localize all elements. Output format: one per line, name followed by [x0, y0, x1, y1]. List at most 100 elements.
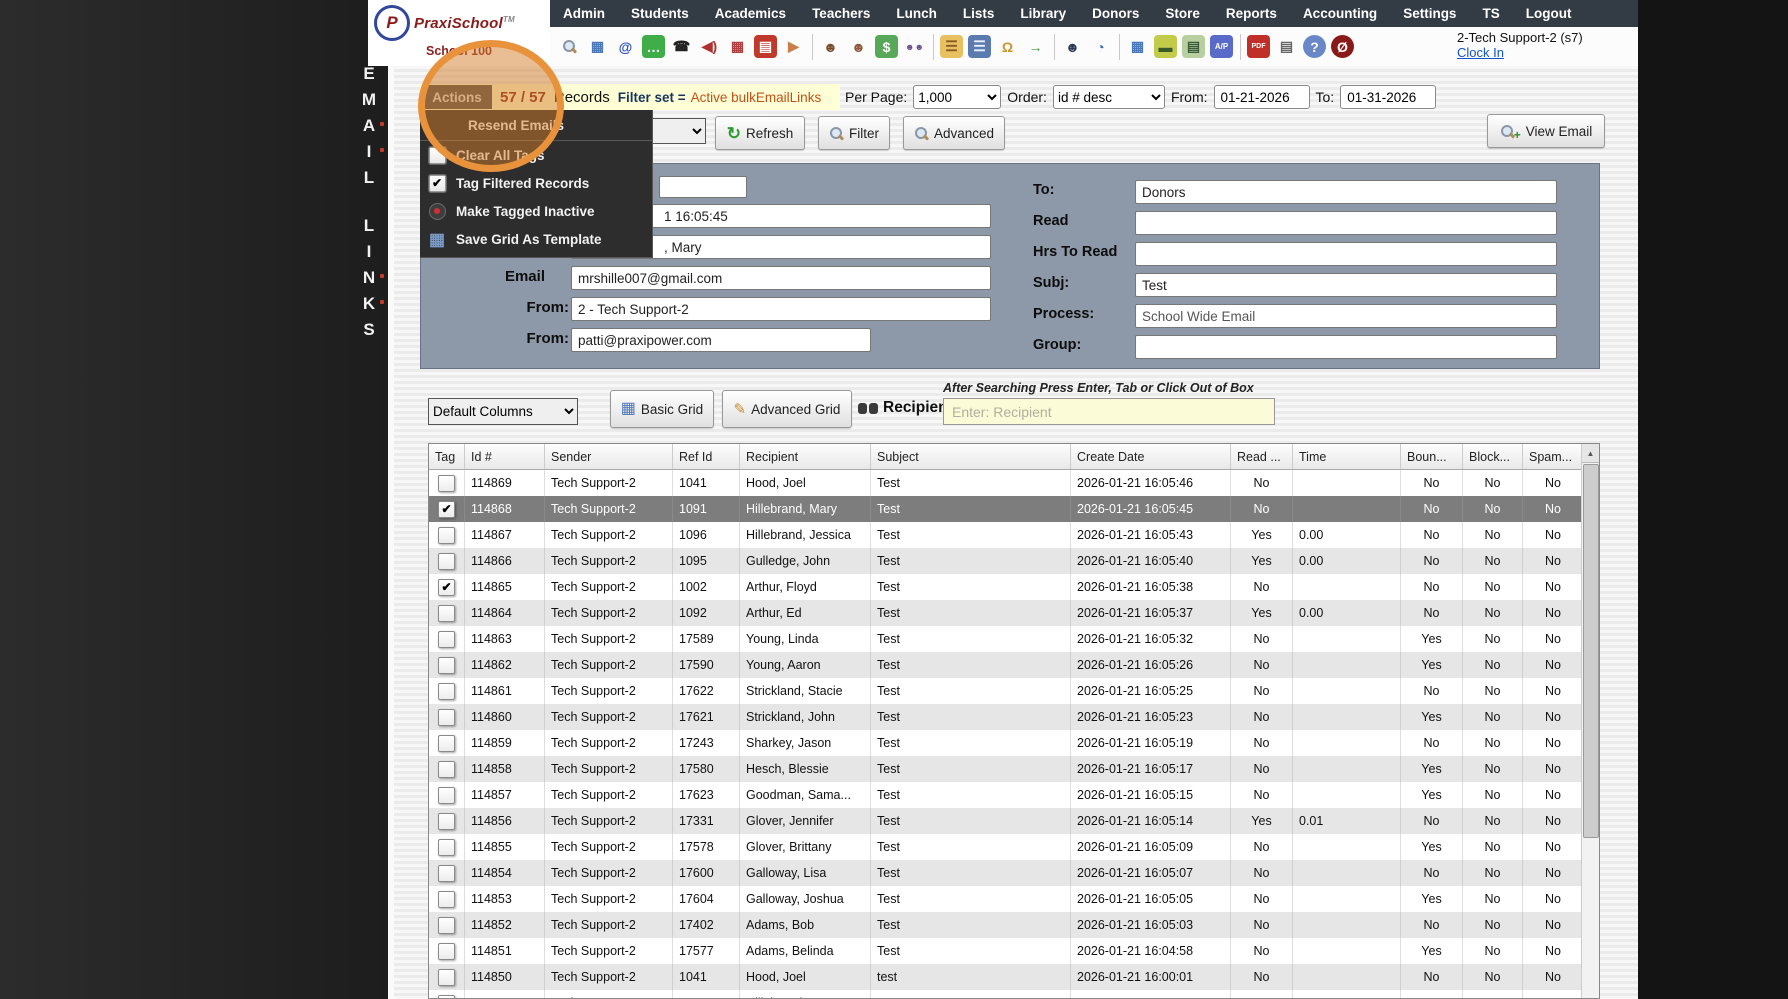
- table-row[interactable]: 114857Tech Support-217623Goodman, Sama..…: [429, 782, 1599, 808]
- column-header-sender[interactable]: Sender: [545, 444, 673, 469]
- form-input-left-5[interactable]: [571, 328, 871, 352]
- table-row[interactable]: 114868Tech Support-21091Hillebrand, Mary…: [429, 496, 1599, 522]
- search-icon[interactable]: [558, 35, 581, 58]
- email-icon[interactable]: @: [614, 35, 637, 58]
- table-row[interactable]: 114851Tech Support-217577Adams, BelindaT…: [429, 938, 1599, 964]
- table-row[interactable]: 114850Tech Support-21041Hood, Joeltest20…: [429, 964, 1599, 990]
- form-input-read[interactable]: [1135, 211, 1557, 235]
- parent-icon[interactable]: ☻: [847, 35, 870, 58]
- tag-checkbox[interactable]: [438, 839, 455, 856]
- column-header-spam[interactable]: Spam...: [1523, 444, 1584, 469]
- menu-item-resend-emails[interactable]: Resend Emails: [420, 110, 652, 141]
- table-row[interactable]: 114852Tech Support-217402Adams, BobTest2…: [429, 912, 1599, 938]
- menu-item-tag-filtered-records[interactable]: ✔Tag Filtered Records: [420, 169, 652, 197]
- tag-checkbox[interactable]: [438, 709, 455, 726]
- tag-checkbox[interactable]: [438, 735, 455, 752]
- spreadsheet-icon[interactable]: ▦: [1126, 35, 1149, 58]
- megaphone-icon[interactable]: ▶: [782, 35, 805, 58]
- grid-scrollbar[interactable]: ▲: [1581, 444, 1599, 998]
- table-row[interactable]: 114849Tech Support-21091Hillebrand, Mary…: [429, 990, 1599, 999]
- kiosk-icon[interactable]: ☰: [968, 35, 991, 58]
- tag-checkbox[interactable]: [438, 553, 455, 570]
- stop-icon[interactable]: Ø: [1331, 35, 1354, 58]
- nav-item-ts[interactable]: TS: [1469, 0, 1512, 27]
- tag-checkbox[interactable]: [438, 813, 455, 830]
- cash-printer-icon[interactable]: ▤: [1182, 35, 1205, 58]
- advanced-grid-button[interactable]: ✎Advanced Grid: [722, 390, 852, 428]
- tag-checkbox[interactable]: [438, 969, 455, 986]
- calendar-icon[interactable]: ▤: [754, 35, 777, 58]
- form-input-left-3[interactable]: [571, 266, 991, 290]
- table-row[interactable]: 114858Tech Support-217580Hesch, BlessieT…: [429, 756, 1599, 782]
- table-row[interactable]: 114869Tech Support-21041Hood, JoelTest20…: [429, 470, 1599, 496]
- nav-item-lunch[interactable]: Lunch: [883, 0, 950, 27]
- table-row[interactable]: 114859Tech Support-217243Sharkey, JasonT…: [429, 730, 1599, 756]
- scrollbar-thumb[interactable]: [1583, 464, 1599, 838]
- order-select[interactable]: id # desc: [1053, 85, 1165, 109]
- nav-item-accounting[interactable]: Accounting: [1290, 0, 1390, 27]
- tag-checkbox[interactable]: [438, 605, 455, 622]
- table-row[interactable]: 114860Tech Support-217621Strickland, Joh…: [429, 704, 1599, 730]
- clock-in-link[interactable]: Clock In: [1457, 45, 1687, 60]
- bell-icon[interactable]: Ω: [996, 35, 1019, 58]
- tag-checkbox[interactable]: [438, 657, 455, 674]
- column-header-subject[interactable]: Subject: [871, 444, 1071, 469]
- column-header-recipient[interactable]: Recipient: [740, 444, 871, 469]
- nav-item-students[interactable]: Students: [618, 0, 702, 27]
- tag-checkbox[interactable]: [438, 683, 455, 700]
- from-date-input[interactable]: [1214, 85, 1310, 109]
- form-input-subj[interactable]: [1135, 273, 1557, 297]
- clock-icon[interactable]: ◔: [1089, 35, 1112, 58]
- table-row[interactable]: 114865Tech Support-21002Arthur, FloydTes…: [429, 574, 1599, 600]
- calendar-grid-icon[interactable]: ▦: [726, 35, 749, 58]
- nav-item-academics[interactable]: Academics: [702, 0, 799, 27]
- tag-checkbox[interactable]: [438, 917, 455, 934]
- nav-item-store[interactable]: Store: [1152, 0, 1213, 27]
- basic-grid-button[interactable]: ▦Basic Grid: [610, 390, 714, 428]
- table-row[interactable]: 114855Tech Support-217578Glover, Brittan…: [429, 834, 1599, 860]
- column-header-read[interactable]: Read ...: [1231, 444, 1293, 469]
- tag-checkbox[interactable]: [438, 761, 455, 778]
- payments-icon[interactable]: $: [875, 35, 898, 58]
- tag-checkbox[interactable]: [438, 891, 455, 908]
- actions-button[interactable]: Actions: [422, 85, 492, 109]
- table-row[interactable]: 114866Tech Support-21095Gulledge, JohnTe…: [429, 548, 1599, 574]
- phone-icon[interactable]: ☎: [670, 35, 693, 58]
- form-input-left-4[interactable]: [571, 297, 991, 321]
- recipient-search-input[interactable]: [943, 398, 1275, 425]
- chat-icon[interactable]: …: [642, 35, 665, 58]
- column-header-block[interactable]: Block...: [1463, 444, 1523, 469]
- per-page-select[interactable]: 1,000: [913, 85, 1001, 109]
- nav-item-admin[interactable]: Admin: [550, 0, 618, 27]
- view-email-button[interactable]: +View Email: [1487, 114, 1605, 148]
- menu-item-make-tagged-inactive[interactable]: Make Tagged Inactive: [420, 197, 652, 225]
- column-header-boun[interactable]: Boun...: [1401, 444, 1463, 469]
- tag-checkbox[interactable]: [438, 865, 455, 882]
- form-input-process[interactable]: [1135, 304, 1557, 328]
- tag-checkbox[interactable]: [438, 501, 455, 518]
- menu-item-save-grid-as-template[interactable]: ▦Save Grid As Template: [420, 225, 652, 253]
- nav-item-logout[interactable]: Logout: [1513, 0, 1585, 27]
- column-header-tag[interactable]: Tag: [429, 444, 465, 469]
- nav-item-lists[interactable]: Lists: [950, 0, 1008, 27]
- scroll-up-button[interactable]: ▲: [1582, 444, 1599, 463]
- filter-button[interactable]: Filter: [818, 116, 890, 150]
- tag-checkbox[interactable]: [438, 579, 455, 596]
- card-icon[interactable]: ▬: [1154, 35, 1177, 58]
- family-icon[interactable]: ☻☻: [903, 35, 926, 58]
- column-header-create-date[interactable]: Create Date: [1071, 444, 1231, 469]
- column-header-id[interactable]: Id #: [465, 444, 545, 469]
- form-input-left-0[interactable]: [659, 176, 747, 198]
- tag-checkbox[interactable]: [438, 475, 455, 492]
- tag-checkbox[interactable]: [438, 787, 455, 804]
- column-header-ref-id[interactable]: Ref Id: [673, 444, 740, 469]
- staff-icon[interactable]: ☻: [1061, 35, 1084, 58]
- nav-item-settings[interactable]: Settings: [1390, 0, 1469, 27]
- table-row[interactable]: 114862Tech Support-217590Young, AaronTes…: [429, 652, 1599, 678]
- pdf-icon[interactable]: PDF: [1247, 35, 1270, 58]
- export-icon[interactable]: →: [1024, 35, 1047, 58]
- columns-select[interactable]: Default Columns: [428, 398, 578, 425]
- form-input-hrs-to-read[interactable]: [1135, 242, 1557, 266]
- tag-checkbox[interactable]: [438, 527, 455, 544]
- print-icon[interactable]: ▤: [1275, 35, 1298, 58]
